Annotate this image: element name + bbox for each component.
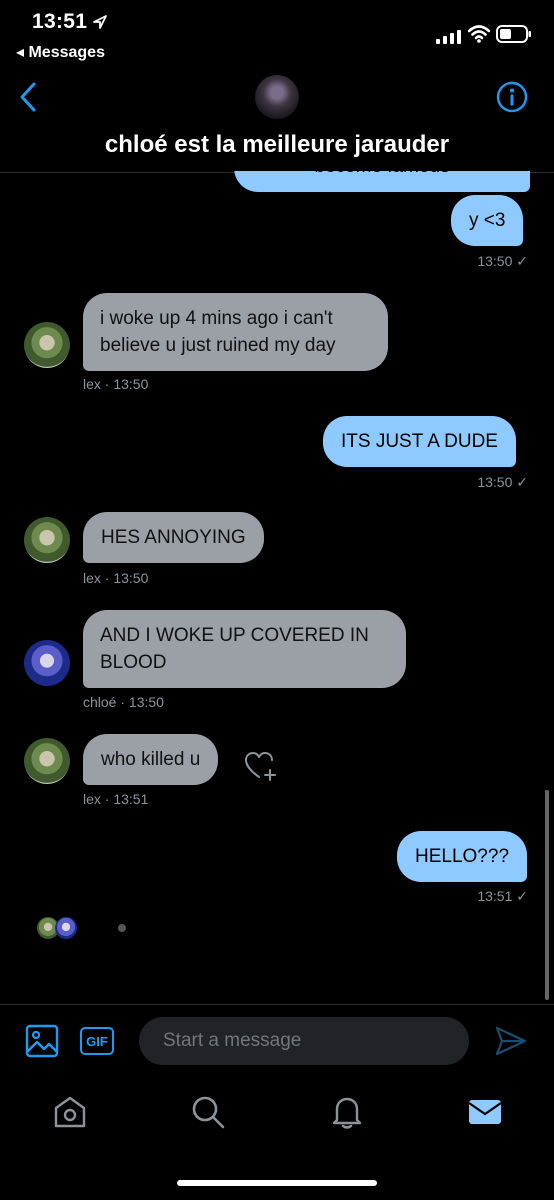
messages-icon[interactable]: [467, 1094, 503, 1130]
message-bubble-incoming[interactable]: i woke up 4 mins ago i can't believe u j…: [83, 293, 388, 371]
typing-indicator: [118, 924, 126, 932]
message-bubble-outgoing[interactable]: y <3: [451, 195, 524, 246]
avatar-lex[interactable]: [24, 322, 70, 368]
message-bubble-incoming[interactable]: AND I WOKE UP COVERED IN BLOOD: [83, 610, 406, 688]
message-bubble-outgoing[interactable]: HELLO???: [397, 831, 528, 882]
avatar-lex[interactable]: [24, 517, 70, 563]
avatar-chloe[interactable]: [24, 640, 70, 686]
message-input[interactable]: Start a message: [139, 1017, 469, 1065]
wifi-icon: [468, 25, 490, 43]
status-time: 13:51: [32, 10, 88, 33]
home-icon[interactable]: [52, 1094, 88, 1130]
back-to-messages-app[interactable]: ◂ Messages: [16, 42, 105, 62]
avatar-lex[interactable]: [24, 738, 70, 784]
message-sender-time: chloé · 13:50: [83, 694, 164, 710]
scrollbar[interactable]: [545, 790, 549, 1000]
battery-icon: [496, 25, 531, 43]
typing-avatar-chloe: [55, 917, 77, 939]
info-icon[interactable]: [496, 81, 528, 113]
gif-button[interactable]: GIF: [80, 1027, 114, 1055]
message-sender-time: lex · 13:51: [83, 791, 149, 807]
message-timestamp: 13:50 ✓: [477, 253, 528, 269]
message-bubble-outgoing[interactable]: ITS JUST A DUDE: [323, 416, 516, 467]
conversation-title: chloé est la meilleure jarauder: [104, 131, 450, 158]
search-icon[interactable]: [190, 1094, 226, 1130]
chevron-left-icon[interactable]: [14, 80, 44, 114]
cellular-signal-icon: [436, 30, 461, 44]
composer-divider: [0, 1004, 554, 1005]
group-avatar[interactable]: [255, 75, 299, 119]
heart-add-icon[interactable]: [244, 750, 278, 782]
home-indicator[interactable]: [177, 1180, 377, 1186]
send-icon[interactable]: [494, 1024, 528, 1058]
message-sender-time: lex · 13:50: [83, 376, 149, 392]
message-timestamp: 13:50 ✓: [477, 474, 528, 490]
message-bubble-incoming[interactable]: who killed u: [83, 734, 219, 785]
notifications-icon[interactable]: [329, 1094, 365, 1130]
message-input-placeholder: Start a message: [163, 1030, 302, 1051]
message-timestamp: 13:51 ✓: [477, 888, 528, 904]
location-arrow-icon: [93, 15, 107, 29]
message-sender-time: lex · 13:50: [83, 570, 149, 586]
image-icon[interactable]: [25, 1024, 59, 1058]
message-bubble-incoming[interactable]: HES ANNOYING: [83, 512, 264, 563]
